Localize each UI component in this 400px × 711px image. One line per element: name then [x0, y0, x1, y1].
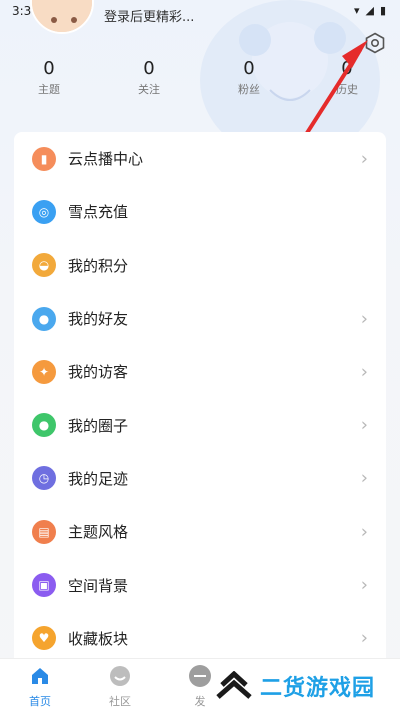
play-stats-icon-glyph: ▮ — [40, 151, 48, 166]
chat-icon: ● — [32, 413, 56, 438]
avatar[interactable] — [30, 0, 94, 34]
stat-number: 0 — [43, 58, 55, 79]
stat-history[interactable]: 0 历史 — [312, 56, 382, 98]
home-icon — [32, 668, 48, 684]
image-icon: ▣ — [32, 573, 56, 598]
clock-icon-glyph: ◷ — [38, 471, 50, 486]
wifi-icon: ▾ — [353, 4, 360, 17]
hexagon-settings-icon — [365, 32, 385, 54]
chevron-right-icon: › — [360, 148, 368, 170]
chevron-right-icon: › — [360, 361, 368, 383]
chevron-right-icon: › — [360, 574, 368, 596]
play-stats-icon: ▮ — [32, 146, 56, 171]
chevron-right-icon: › — [360, 414, 368, 436]
menu-item-label: 收藏板块 — [68, 629, 129, 648]
menu-item[interactable]: ● 我的圈子 › — [14, 398, 386, 451]
post-plus-icon — [189, 665, 211, 687]
bulb-icon-glyph: ✦ — [38, 364, 50, 379]
stat-number: 0 — [143, 58, 155, 79]
stats-row: 0 主题 0 关注 0 粉丝 0 历史 — [0, 56, 400, 106]
chat-icon-glyph: ● — [38, 418, 50, 433]
community-icon — [110, 666, 130, 686]
menu-item-label: 我的好友 — [68, 310, 129, 329]
menu-item-label: 我的积分 — [68, 256, 129, 275]
nav-community[interactable]: 社区 — [90, 665, 150, 709]
menu-item-label: 雪点充值 — [68, 203, 129, 222]
clock-icon: ◷ — [32, 466, 56, 491]
image-icon-glyph: ▣ — [38, 578, 50, 593]
heart-icon: ♥ — [32, 626, 56, 651]
settings-button[interactable] — [362, 30, 388, 56]
menu-item[interactable]: ● 我的好友 › — [14, 292, 386, 345]
palette-icon-glyph: ▤ — [38, 524, 50, 539]
menu-item[interactable]: ▤ 主题风格 › — [14, 505, 386, 558]
coin-icon: ◎ — [32, 199, 56, 224]
menu-item[interactable]: ♥ 收藏板块 › — [14, 612, 386, 665]
menu-item-label: 我的访客 — [68, 363, 129, 382]
stat-fans[interactable]: 0 粉丝 — [214, 56, 284, 98]
stat-label: 主题 — [38, 83, 60, 96]
menu-item[interactable]: ▣ 空间背景 › — [14, 558, 386, 611]
double-chevron-up-logo-icon — [216, 671, 252, 699]
menu-item-label: 我的圈子 — [68, 416, 129, 435]
menu-item[interactable]: ✦ 我的访客 › — [14, 345, 386, 398]
stat-label: 粉丝 — [238, 83, 260, 96]
user-icon: ● — [32, 306, 56, 331]
bulb-icon: ✦ — [32, 359, 56, 384]
menu-item[interactable]: ▮ 云点播中心 › — [14, 132, 386, 185]
palette-icon: ▤ — [32, 519, 56, 544]
menu-item-label: 主题风格 — [68, 523, 129, 542]
bag-icon: ◒ — [32, 253, 56, 278]
menu-item-label: 我的足迹 — [68, 469, 129, 488]
menu-item-label: 空间背景 — [68, 576, 129, 595]
signal-icon: ◢ — [365, 4, 374, 17]
menu-item[interactable]: ◎ 雪点充值 — [14, 185, 386, 238]
menu-item[interactable]: ◷ 我的足迹 › — [14, 452, 386, 505]
coin-icon-glyph: ◎ — [38, 204, 50, 219]
nav-home-label: 首页 — [29, 695, 51, 708]
login-hint[interactable]: 登录后更精彩... — [104, 6, 194, 25]
chevron-right-icon: › — [360, 521, 368, 543]
nav-home[interactable]: 首页 — [10, 665, 70, 709]
status-icons: ▾ ◢ ▮ — [354, 4, 386, 17]
stat-number: 0 — [243, 58, 255, 79]
nav-community-label: 社区 — [109, 695, 131, 708]
chevron-right-icon: › — [360, 467, 368, 489]
menu-item-label: 云点播中心 — [68, 150, 144, 169]
menu-item[interactable]: ◒ 我的积分 — [14, 239, 386, 292]
stat-number: 0 — [341, 58, 353, 79]
stat-label: 关注 — [138, 83, 160, 96]
chevron-right-icon: › — [360, 308, 368, 330]
stat-following[interactable]: 0 关注 — [114, 56, 184, 98]
battery-icon: ▮ — [379, 4, 386, 17]
bag-icon-glyph: ◒ — [38, 258, 50, 273]
chevron-right-icon: › — [360, 627, 368, 649]
menu-card: ▮ 云点播中心 › ◎ 雪点充值 ◒ 我的积分 ● 我的好友 › ✦ 我的访客 › ● 我的圈子 › ◷ 我的足迹… — [14, 132, 386, 672]
stat-label: 历史 — [336, 83, 358, 96]
watermark-text: 二货游戏园 — [260, 676, 376, 701]
heart-icon-glyph: ♥ — [38, 631, 50, 646]
stat-topics[interactable]: 0 主题 — [14, 56, 84, 98]
user-icon-glyph: ● — [38, 311, 50, 326]
watermark: 二货游戏园 — [214, 664, 400, 708]
